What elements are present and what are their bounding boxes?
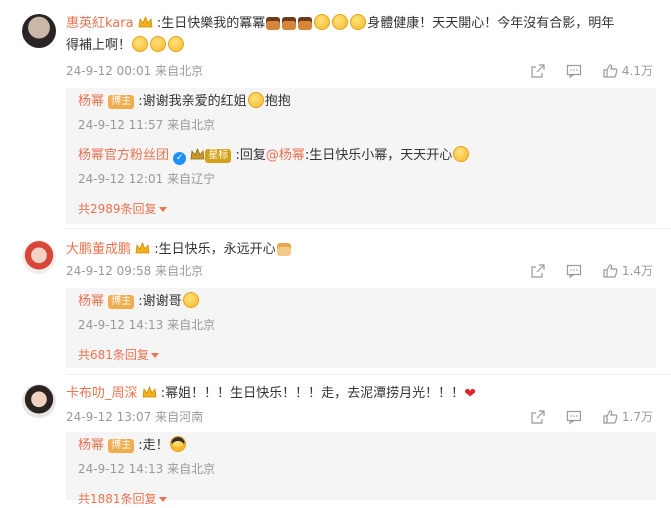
reply-location: 来自辽宁 bbox=[167, 172, 216, 186]
reply-text: :谢谢我亲爱的红姐 bbox=[138, 94, 247, 109]
cake-emoji-icon bbox=[282, 17, 297, 30]
commenter-name[interactable]: 惠英紅kara bbox=[66, 16, 134, 31]
cake-emoji-icon bbox=[266, 17, 281, 30]
comment-meta: 24-9-12 00:01 来自北京 bbox=[66, 62, 203, 80]
sunglasses-emoji-icon bbox=[169, 436, 186, 452]
like-count: 4.1万 bbox=[621, 64, 653, 78]
comment-text-cont: 得補上啊！ bbox=[66, 38, 132, 53]
reply-date: 24-9-12 14:13 bbox=[78, 462, 164, 476]
avatar[interactable] bbox=[22, 14, 56, 48]
more-replies-label: 共681条回复 bbox=[78, 348, 149, 362]
comment-date: 24-9-12 09:58 bbox=[66, 264, 152, 278]
reply-list: 杨幂 博主 :谢谢哥 24-9-12 14:13 来自北京 共681条回复 bbox=[66, 288, 656, 368]
crown-icon bbox=[138, 16, 153, 28]
crown-icon bbox=[142, 386, 157, 398]
blush-emoji-icon bbox=[132, 36, 149, 52]
reply-location: 来自北京 bbox=[167, 462, 216, 476]
comment-meta: 24-9-12 13:07 来自河南 bbox=[66, 408, 203, 426]
divider bbox=[66, 228, 671, 229]
blush-emoji-icon bbox=[168, 36, 185, 52]
comment-text: :生日快樂我的冪冪 bbox=[156, 16, 266, 31]
blogger-badge: 博主 bbox=[108, 295, 135, 309]
tears-emoji-icon bbox=[453, 146, 470, 162]
comment-date: 24-9-12 13:07 bbox=[66, 410, 152, 424]
comment-text: :幂姐！！！生日快乐！！！走，去泥潭捞月光！！！ bbox=[160, 386, 465, 401]
kiss-emoji-icon bbox=[332, 14, 349, 30]
comment-icon[interactable] bbox=[566, 263, 582, 279]
reply-text: :走！ bbox=[138, 438, 169, 453]
reply-list: 杨幂 博主 :谢谢我亲爱的红姐 抱抱 24-9-12 11:57 来自北京 杨幂官… bbox=[66, 88, 656, 224]
more-replies-label: 共1881条回复 bbox=[78, 492, 157, 506]
heart-emoji-icon: ❤ bbox=[464, 386, 476, 402]
kiss-emoji-icon bbox=[247, 92, 264, 108]
like-icon[interactable] bbox=[602, 63, 618, 79]
blush-emoji-icon bbox=[150, 36, 167, 52]
like-count: 1.7万 bbox=[621, 410, 653, 424]
reply-meta: 24-9-12 12:01 来自辽宁 bbox=[78, 170, 215, 188]
cake-emoji-icon bbox=[298, 17, 313, 30]
kiss-emoji-icon bbox=[314, 14, 331, 30]
mention-link[interactable]: @杨幂 bbox=[266, 148, 305, 163]
kiss-emoji-icon bbox=[350, 14, 367, 30]
verified-icon: ✓ bbox=[173, 152, 187, 165]
reply-location: 来自北京 bbox=[167, 318, 216, 332]
like-icon[interactable] bbox=[602, 409, 618, 425]
reply-text: :谢谢哥 bbox=[138, 294, 182, 309]
reply-date: 24-9-12 14:13 bbox=[78, 318, 164, 332]
share-icon[interactable] bbox=[530, 63, 546, 79]
comment-icon[interactable] bbox=[566, 63, 582, 79]
crown-icon bbox=[190, 148, 205, 160]
comment-text: :生日快乐，永远开心 bbox=[154, 242, 276, 257]
comment-text-cont: 身體健康！天天開心！今年沒有合影，明年 bbox=[367, 16, 615, 31]
reply-author[interactable]: 杨幂 bbox=[78, 94, 104, 109]
crown-icon bbox=[135, 242, 150, 254]
reply-meta: 24-9-12 14:13 来自北京 bbox=[78, 460, 215, 478]
star-badge: 星标 bbox=[205, 149, 232, 163]
like-count: 1.4万 bbox=[621, 264, 653, 278]
more-replies-link[interactable]: 共681条回复 bbox=[78, 346, 159, 364]
chevron-down-icon bbox=[150, 353, 159, 358]
chevron-down-icon bbox=[158, 207, 167, 212]
reply-author[interactable]: 杨幂 bbox=[78, 294, 104, 309]
divider bbox=[66, 374, 671, 375]
avatar[interactable] bbox=[22, 384, 56, 418]
blogger-badge: 博主 bbox=[108, 95, 135, 109]
commenter-name[interactable]: 卡布叻_周深 bbox=[66, 386, 138, 401]
reply-date: 24-9-12 11:57 bbox=[78, 118, 164, 132]
comment-location: 来自河南 bbox=[155, 410, 204, 424]
cake-emoji-icon bbox=[276, 243, 291, 256]
comment-meta: 24-9-12 09:58 来自北京 bbox=[66, 262, 203, 280]
more-replies-label: 共2989条回复 bbox=[78, 202, 157, 216]
comment-date: 24-9-12 00:01 bbox=[66, 64, 152, 78]
reply-meta: 24-9-12 11:57 来自北京 bbox=[78, 116, 215, 134]
commenter-name[interactable]: 大鹏董成鹏 bbox=[66, 242, 131, 257]
reply-text: :回复 bbox=[235, 148, 266, 163]
blogger-badge: 博主 bbox=[108, 439, 135, 453]
reply-list: 杨幂 博主 :走！ 24-9-12 14:13 来自北京 共1881条回复 bbox=[66, 432, 656, 506]
more-replies-link[interactable]: 共2989条回复 bbox=[78, 200, 167, 218]
share-icon[interactable] bbox=[530, 263, 546, 279]
reply-meta: 24-9-12 14:13 来自北京 bbox=[78, 316, 215, 334]
avatar[interactable] bbox=[22, 240, 56, 274]
reply-date: 24-9-12 12:01 bbox=[78, 172, 164, 186]
reply-location: 来自北京 bbox=[167, 118, 216, 132]
comment-location: 来自北京 bbox=[155, 64, 204, 78]
kiss-emoji-icon bbox=[182, 292, 199, 308]
comment-icon[interactable] bbox=[566, 409, 582, 425]
reply-author[interactable]: 杨幂官方粉丝团 bbox=[78, 148, 169, 163]
share-icon[interactable] bbox=[530, 409, 546, 425]
more-replies-link[interactable]: 共1881条回复 bbox=[78, 490, 167, 508]
reply-text-after: 抱抱 bbox=[264, 94, 291, 109]
like-icon[interactable] bbox=[602, 263, 618, 279]
reply-author[interactable]: 杨幂 bbox=[78, 438, 104, 453]
reply-text-after: :生日快乐小幂，天天开心 bbox=[304, 148, 453, 163]
comment-location: 来自北京 bbox=[155, 264, 204, 278]
